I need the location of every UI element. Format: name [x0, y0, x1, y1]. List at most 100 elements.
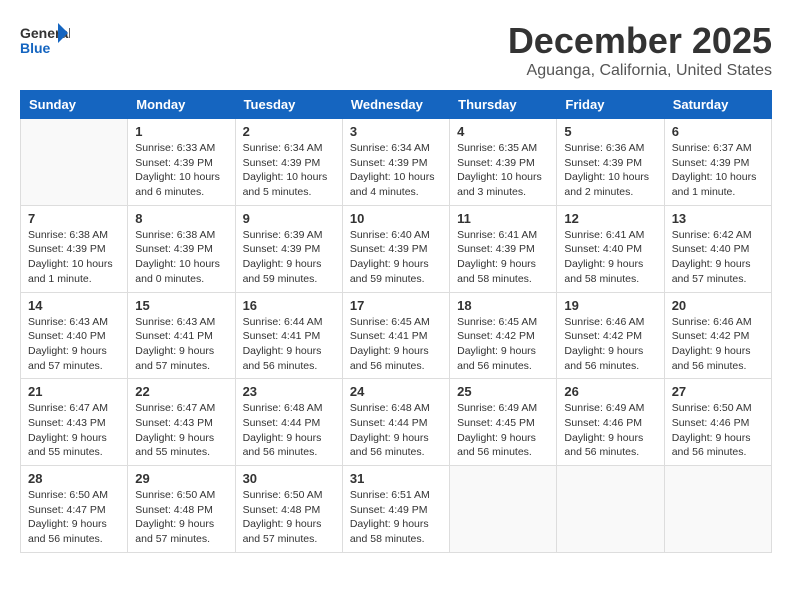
calendar-day-cell: 25 Sunrise: 6:49 AM Sunset: 4:45 PM Dayli…	[450, 379, 557, 466]
calendar-day-cell: 2Sunrise: 6:34 AM Sunset: 4:39 PM Daylig…	[235, 119, 342, 206]
calendar-day-cell: 8 Sunrise: 6:38 AM Sunset: 4:39 PM Daylig…	[128, 205, 235, 292]
day-info: Sunrise: 6:41 AM Sunset: 4:39 PM Dayligh…	[457, 228, 549, 287]
calendar-empty-cell	[557, 466, 664, 553]
day-info: Sunrise: 6:38 AM Sunset: 4:39 PM Dayligh…	[135, 228, 227, 287]
day-number: 19	[564, 298, 656, 313]
calendar-week-row: 7 Sunrise: 6:38 AM Sunset: 4:39 PM Daylig…	[21, 205, 772, 292]
svg-text:Blue: Blue	[20, 40, 51, 56]
day-number: 4	[457, 124, 549, 139]
day-info: Sunrise: 6:46 AM Sunset: 4:42 PM Dayligh…	[672, 315, 764, 374]
calendar-day-cell: 28 Sunrise: 6:50 AM Sunset: 4:47 PM Dayli…	[21, 466, 128, 553]
day-info: Sunrise: 6:44 AM Sunset: 4:41 PM Dayligh…	[243, 315, 335, 374]
day-info: Sunrise: 6:51 AM Sunset: 4:49 PM Dayligh…	[350, 488, 442, 547]
day-number: 5	[564, 124, 656, 139]
day-number: 23	[243, 384, 335, 399]
title-section: December 2025 Aguanga, California, Unite…	[508, 20, 772, 80]
calendar-week-row: 1 Sunrise: 6:33 AM Sunset: 4:39 PM Daylig…	[21, 119, 772, 206]
day-info: Sunrise: 6:46 AM Sunset: 4:42 PM Dayligh…	[564, 315, 656, 374]
day-info: Sunrise: 6:48 AM Sunset: 4:44 PM Dayligh…	[243, 401, 335, 460]
day-number: 1	[135, 124, 227, 139]
calendar-day-cell: 11 Sunrise: 6:41 AM Sunset: 4:39 PM Dayli…	[450, 205, 557, 292]
day-info: Sunrise: 6:50 AM Sunset: 4:48 PM Dayligh…	[135, 488, 227, 547]
day-number: 13	[672, 211, 764, 226]
day-number: 20	[672, 298, 764, 313]
day-number: 8	[135, 211, 227, 226]
day-number: 28	[28, 471, 120, 486]
day-info: Sunrise: 6:48 AM Sunset: 4:44 PM Dayligh…	[350, 401, 442, 460]
calendar-week-row: 14Sunrise: 6:43 AM Sunset: 4:40 PM Dayli…	[21, 292, 772, 379]
day-number: 31	[350, 471, 442, 486]
weekday-header-sunday: Sunday	[21, 91, 128, 119]
day-number: 15	[135, 298, 227, 313]
calendar-day-cell: 15 Sunrise: 6:43 AM Sunset: 4:41 PM Dayli…	[128, 292, 235, 379]
day-number: 30	[243, 471, 335, 486]
calendar-day-cell: 16 Sunrise: 6:44 AM Sunset: 4:41 PM Dayli…	[235, 292, 342, 379]
day-number: 10	[350, 211, 442, 226]
day-number: 11	[457, 211, 549, 226]
calendar-week-row: 28 Sunrise: 6:50 AM Sunset: 4:47 PM Dayli…	[21, 466, 772, 553]
calendar-day-cell: 20 Sunrise: 6:46 AM Sunset: 4:42 PM Dayli…	[664, 292, 771, 379]
calendar-empty-cell	[450, 466, 557, 553]
day-info: Sunrise: 6:47 AM Sunset: 4:43 PM Dayligh…	[135, 401, 227, 460]
calendar-day-cell: 23 Sunrise: 6:48 AM Sunset: 4:44 PM Dayli…	[235, 379, 342, 466]
calendar-day-cell: 1 Sunrise: 6:33 AM Sunset: 4:39 PM Daylig…	[128, 119, 235, 206]
weekday-header-saturday: Saturday	[664, 91, 771, 119]
calendar-day-cell: 26 Sunrise: 6:49 AM Sunset: 4:46 PM Dayli…	[557, 379, 664, 466]
day-info: Sunrise: 6:47 AM Sunset: 4:43 PM Dayligh…	[28, 401, 120, 460]
calendar-header-row: SundayMondayTuesdayWednesdayThursdayFrid…	[21, 91, 772, 119]
calendar-day-cell: 10Sunrise: 6:40 AM Sunset: 4:39 PM Dayli…	[342, 205, 449, 292]
calendar-empty-cell	[21, 119, 128, 206]
calendar-day-cell: 6 Sunrise: 6:37 AM Sunset: 4:39 PM Daylig…	[664, 119, 771, 206]
day-info: Sunrise: 6:49 AM Sunset: 4:45 PM Dayligh…	[457, 401, 549, 460]
calendar-day-cell: 21Sunrise: 6:47 AM Sunset: 4:43 PM Dayli…	[21, 379, 128, 466]
day-number: 16	[243, 298, 335, 313]
calendar-day-cell: 19 Sunrise: 6:46 AM Sunset: 4:42 PM Dayli…	[557, 292, 664, 379]
calendar-day-cell: 9 Sunrise: 6:39 AM Sunset: 4:39 PM Daylig…	[235, 205, 342, 292]
calendar-day-cell: 7 Sunrise: 6:38 AM Sunset: 4:39 PM Daylig…	[21, 205, 128, 292]
calendar-day-cell: 12Sunrise: 6:41 AM Sunset: 4:40 PM Dayli…	[557, 205, 664, 292]
day-info: Sunrise: 6:37 AM Sunset: 4:39 PM Dayligh…	[672, 141, 764, 200]
day-info: Sunrise: 6:33 AM Sunset: 4:39 PM Dayligh…	[135, 141, 227, 200]
calendar-day-cell: 18Sunrise: 6:45 AM Sunset: 4:42 PM Dayli…	[450, 292, 557, 379]
calendar-week-row: 21Sunrise: 6:47 AM Sunset: 4:43 PM Dayli…	[21, 379, 772, 466]
day-info: Sunrise: 6:50 AM Sunset: 4:47 PM Dayligh…	[28, 488, 120, 547]
day-number: 14	[28, 298, 120, 313]
day-number: 25	[457, 384, 549, 399]
month-title: December 2025	[508, 20, 772, 62]
day-info: Sunrise: 6:36 AM Sunset: 4:39 PM Dayligh…	[564, 141, 656, 200]
day-number: 9	[243, 211, 335, 226]
day-number: 3	[350, 124, 442, 139]
calendar-day-cell: 3 Sunrise: 6:34 AM Sunset: 4:39 PM Daylig…	[342, 119, 449, 206]
day-info: Sunrise: 6:43 AM Sunset: 4:41 PM Dayligh…	[135, 315, 227, 374]
weekday-header-wednesday: Wednesday	[342, 91, 449, 119]
weekday-header-tuesday: Tuesday	[235, 91, 342, 119]
day-number: 18	[457, 298, 549, 313]
day-number: 29	[135, 471, 227, 486]
day-info: Sunrise: 6:34 AM Sunset: 4:39 PM Dayligh…	[350, 141, 442, 200]
day-info: Sunrise: 6:38 AM Sunset: 4:39 PM Dayligh…	[28, 228, 120, 287]
location-title: Aguanga, California, United States	[508, 62, 772, 80]
day-info: Sunrise: 6:39 AM Sunset: 4:39 PM Dayligh…	[243, 228, 335, 287]
calendar-day-cell: 31 Sunrise: 6:51 AM Sunset: 4:49 PM Dayli…	[342, 466, 449, 553]
calendar-day-cell: 4 Sunrise: 6:35 AM Sunset: 4:39 PM Daylig…	[450, 119, 557, 206]
calendar-day-cell: 24 Sunrise: 6:48 AM Sunset: 4:44 PM Dayli…	[342, 379, 449, 466]
day-info: Sunrise: 6:50 AM Sunset: 4:46 PM Dayligh…	[672, 401, 764, 460]
calendar-day-cell: 27 Sunrise: 6:50 AM Sunset: 4:46 PM Dayli…	[664, 379, 771, 466]
day-info: Sunrise: 6:41 AM Sunset: 4:40 PM Dayligh…	[564, 228, 656, 287]
calendar-empty-cell	[664, 466, 771, 553]
calendar-day-cell: 17Sunrise: 6:45 AM Sunset: 4:41 PM Dayli…	[342, 292, 449, 379]
calendar-day-cell: 13Sunrise: 6:42 AM Sunset: 4:40 PM Dayli…	[664, 205, 771, 292]
day-info: Sunrise: 6:35 AM Sunset: 4:39 PM Dayligh…	[457, 141, 549, 200]
weekday-header-friday: Friday	[557, 91, 664, 119]
logo: General Blue	[20, 20, 70, 60]
weekday-header-thursday: Thursday	[450, 91, 557, 119]
calendar-day-cell: 29 Sunrise: 6:50 AM Sunset: 4:48 PM Dayli…	[128, 466, 235, 553]
day-number: 7	[28, 211, 120, 226]
day-number: 24	[350, 384, 442, 399]
day-number: 26	[564, 384, 656, 399]
calendar-table: SundayMondayTuesdayWednesdayThursdayFrid…	[20, 90, 772, 553]
day-number: 27	[672, 384, 764, 399]
day-number: 6	[672, 124, 764, 139]
day-info: Sunrise: 6:49 AM Sunset: 4:46 PM Dayligh…	[564, 401, 656, 460]
day-info: Sunrise: 6:34 AM Sunset: 4:39 PM Dayligh…	[243, 141, 335, 200]
